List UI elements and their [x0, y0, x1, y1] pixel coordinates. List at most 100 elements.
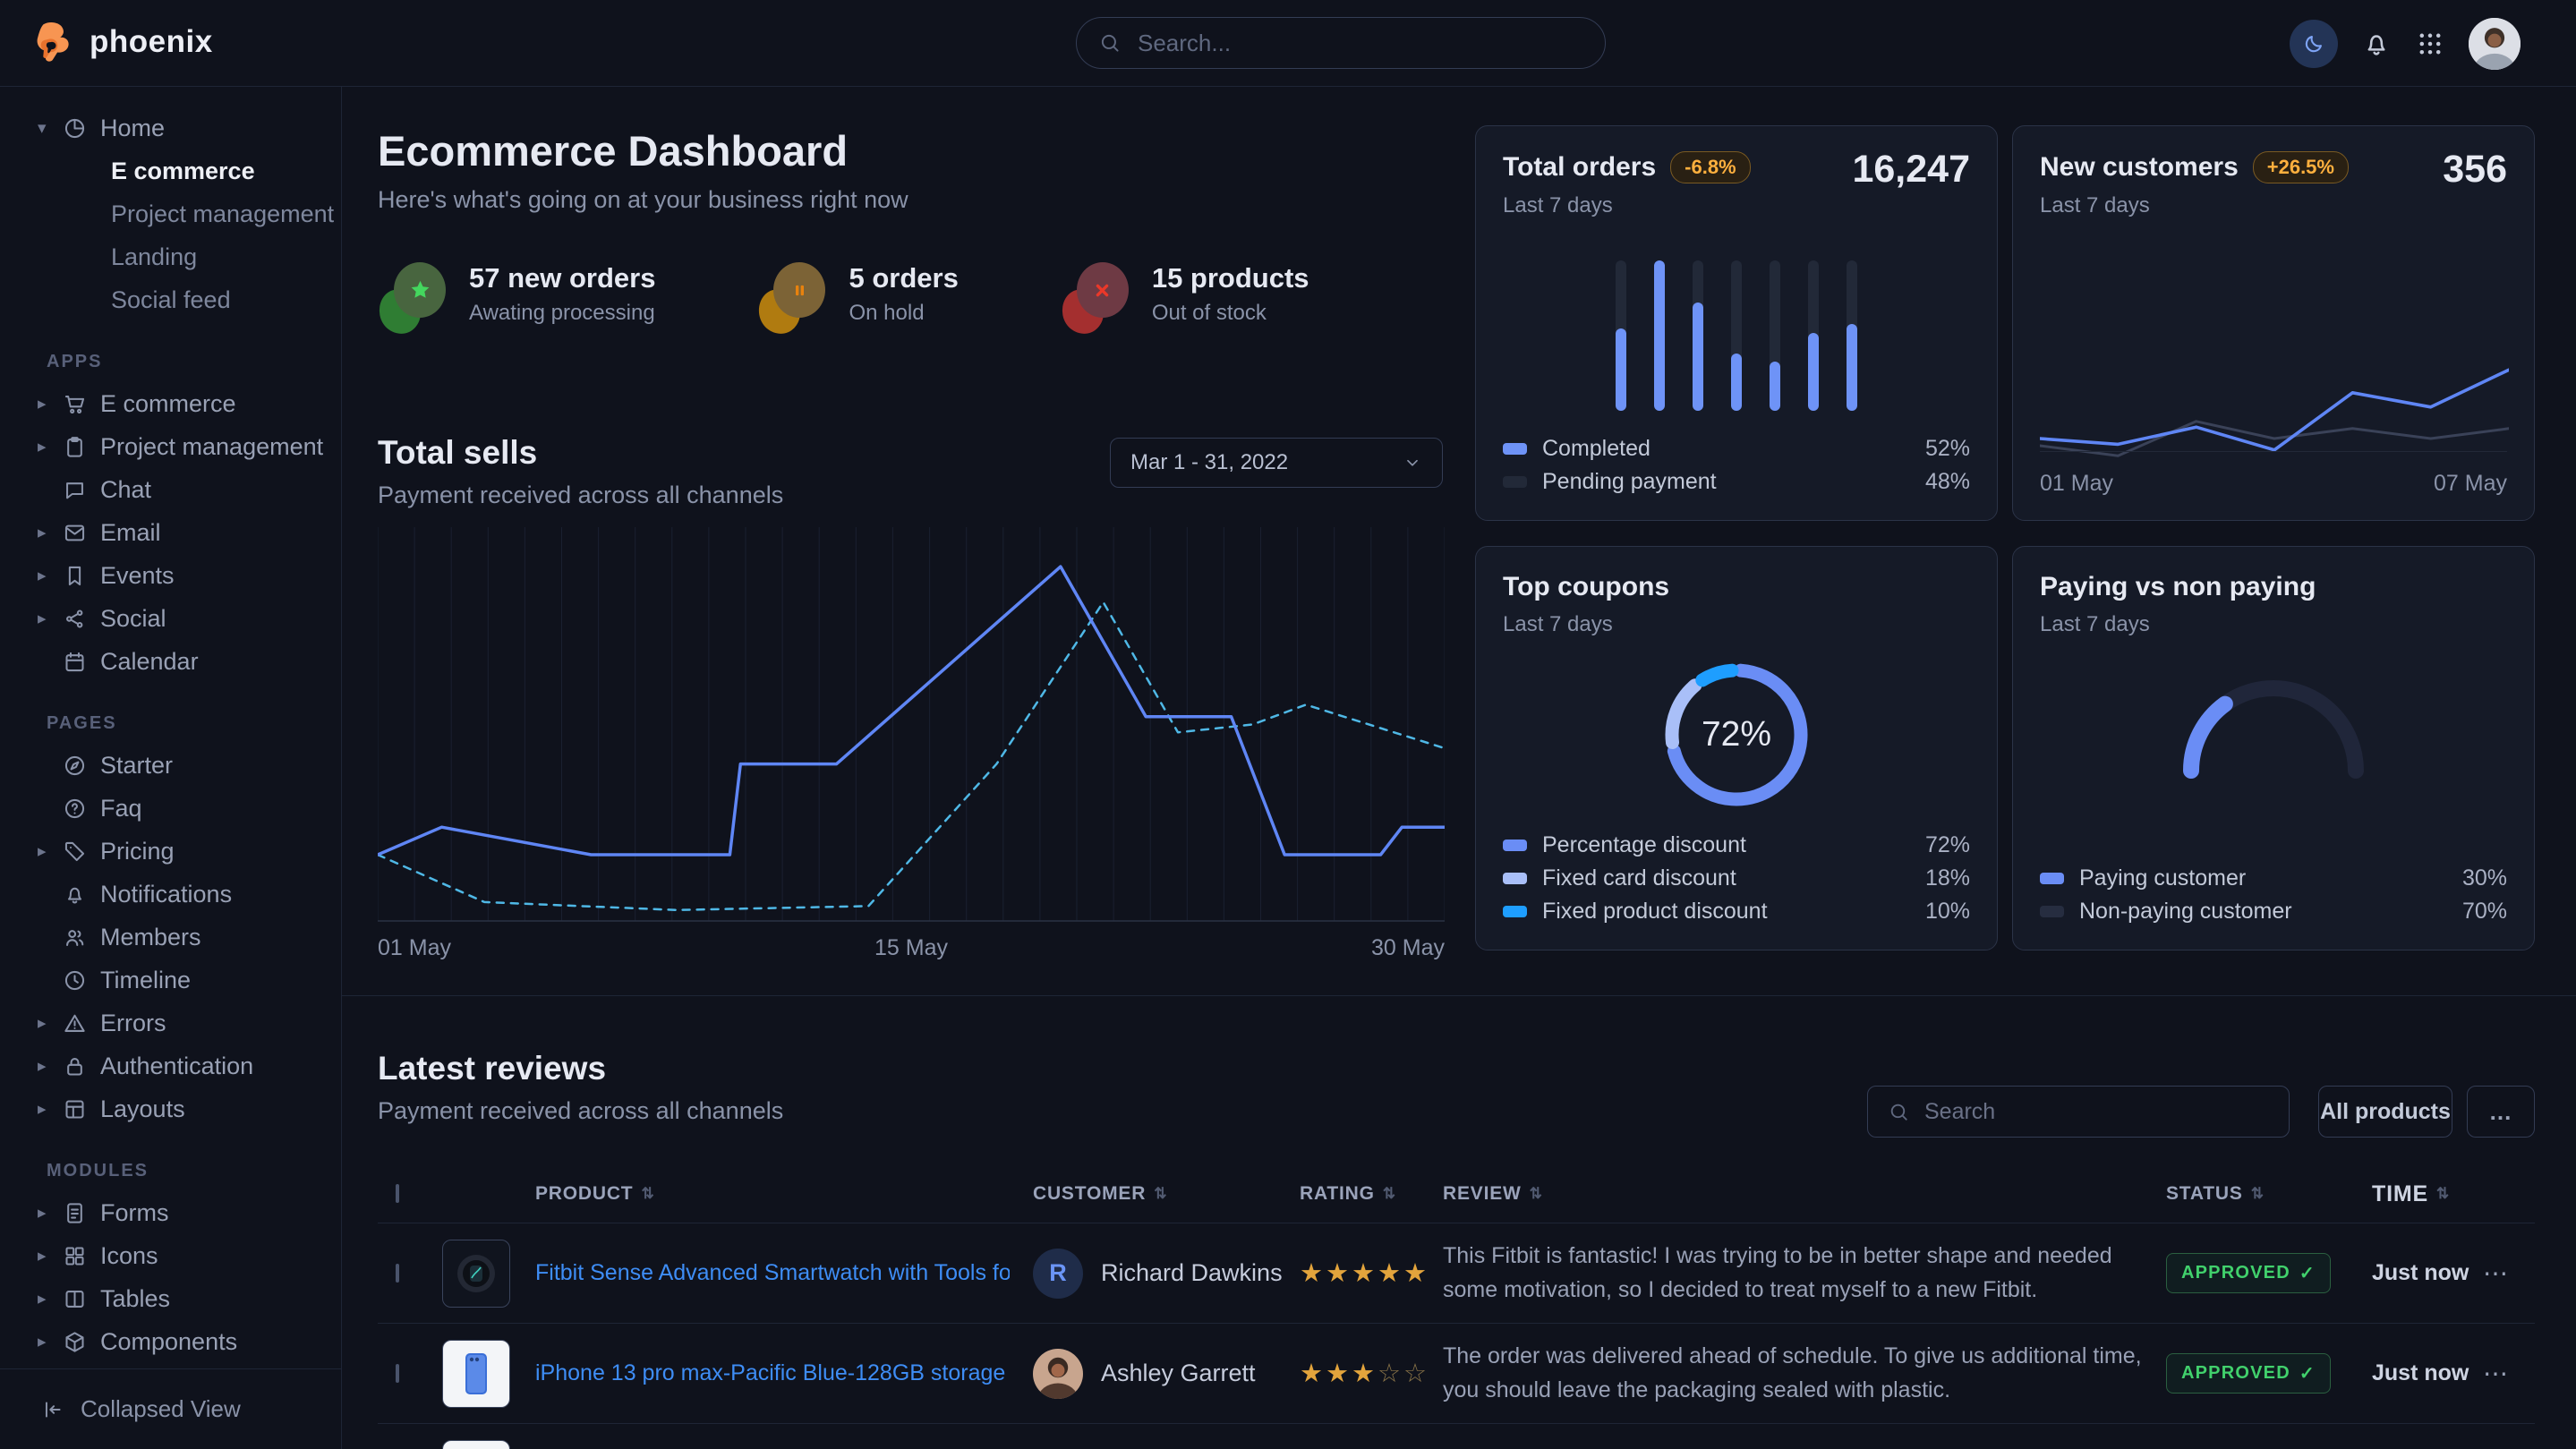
- sidebar-subitem-project-management[interactable]: Project management: [0, 192, 341, 235]
- lock-icon: [63, 1054, 87, 1078]
- product-link[interactable]: iPhone 13 pro max-Pacific Blue-128GB sto…: [535, 1360, 1010, 1386]
- row-checkbox[interactable]: [396, 1264, 399, 1283]
- sidebar-item-label: Home: [100, 115, 165, 142]
- clipboard-icon: [63, 435, 87, 459]
- column-header-product[interactable]: PRODUCT⇅: [535, 1183, 1033, 1205]
- reviews-search: [1867, 1086, 2290, 1138]
- sidebar-item-label: Social: [100, 605, 166, 633]
- legend-label: Non-paying customer: [2079, 899, 2292, 925]
- product-thumbnail[interactable]: [442, 1340, 510, 1408]
- legend-value: 70%: [2462, 899, 2507, 925]
- collapse-label: Collapsed View: [81, 1395, 241, 1423]
- sidebar-item-calendar[interactable]: Calendar: [0, 640, 341, 683]
- sidebar-item-layouts[interactable]: ▸Layouts: [0, 1087, 341, 1130]
- apps-grid-button[interactable]: [2415, 29, 2445, 59]
- row-checkbox[interactable]: [396, 1364, 399, 1383]
- notifications-button[interactable]: [2361, 29, 2392, 59]
- row-menu-button[interactable]: ⋯: [2483, 1360, 2508, 1387]
- legend-row-fixed-card-discount: Fixed card discount18%: [1503, 862, 1970, 895]
- sidebar-item-timeline[interactable]: Timeline: [0, 959, 341, 1002]
- legend-swatch: [2040, 873, 2064, 884]
- sidebar-item-forms[interactable]: ▸Forms: [0, 1191, 341, 1234]
- row-checkbox-cell: [378, 1266, 435, 1282]
- row-menu-button[interactable]: ⋯: [2483, 1259, 2508, 1287]
- sidebar-item-authentication[interactable]: ▸Authentication: [0, 1044, 341, 1087]
- global-search-input[interactable]: [1138, 30, 1583, 57]
- stat-on-hold: 5 ordersOn hold: [759, 262, 958, 334]
- sidebar-item-starter[interactable]: Starter: [0, 744, 341, 787]
- sort-icon: ⇅: [2436, 1185, 2450, 1203]
- sidebar-item-tables[interactable]: ▸Tables: [0, 1277, 341, 1320]
- legend-swatch: [1503, 873, 1527, 884]
- date-range-select[interactable]: Mar 1 - 31, 2022: [1110, 438, 1443, 488]
- new-customers-x-axis: 01 May 07 May: [2040, 471, 2507, 497]
- collapse-sidebar-button[interactable]: Collapsed View: [0, 1368, 341, 1449]
- reviews-table-header: PRODUCT⇅CUSTOMER⇅RATING⇅REVIEW⇅STATUS⇅TI…: [378, 1165, 2535, 1223]
- brand-logo[interactable]: phoenix: [32, 20, 213, 64]
- legend-label: Fixed product discount: [1542, 899, 1768, 925]
- star-empty-icon: ☆: [1378, 1360, 1403, 1388]
- x-label-end: 30 May: [1371, 935, 1445, 961]
- paying-gauge-chart: [2171, 670, 2376, 785]
- star-icon: [408, 278, 432, 303]
- sidebar-item-email[interactable]: ▸Email: [0, 511, 341, 554]
- star-filled-icon: ★: [1352, 1259, 1378, 1288]
- x-label-start: 01 May: [378, 935, 451, 961]
- reviews-search-input[interactable]: [1924, 1099, 2269, 1125]
- paying-card: Paying vs non paying Last 7 days Paying …: [2012, 546, 2535, 950]
- sidebar-item-faq[interactable]: Faq: [0, 787, 341, 830]
- tag-icon: [63, 840, 87, 864]
- column-header-review[interactable]: REVIEW⇅: [1430, 1183, 2143, 1205]
- sidebar-item-errors[interactable]: ▸Errors: [0, 1002, 341, 1044]
- column-header-customer[interactable]: CUSTOMER⇅: [1033, 1183, 1287, 1205]
- legend-value: 10%: [1925, 899, 1970, 925]
- rating-stars: ★★★☆☆: [1300, 1360, 1429, 1388]
- order-bar-fill: [1616, 328, 1626, 411]
- top-coupons-donut-chart: 72%: [1656, 654, 1817, 815]
- sidebar-item-notifications[interactable]: Notifications: [0, 873, 341, 916]
- sidebar-item-chat[interactable]: Chat: [0, 468, 341, 511]
- collapse-icon: [41, 1398, 64, 1421]
- product-thumbnail[interactable]: [442, 1440, 510, 1449]
- caret-icon: ▸: [38, 1099, 63, 1120]
- order-bar: [1693, 260, 1703, 411]
- phoenix-logo-icon: [32, 20, 77, 64]
- stat-label: Out of stock: [1152, 301, 1309, 326]
- sidebar-item-home[interactable]: ▾Home: [0, 107, 341, 149]
- file-text-icon: [63, 1201, 87, 1225]
- sidebar-item-project-management[interactable]: ▸Project management: [0, 425, 341, 468]
- user-avatar[interactable]: [2469, 18, 2521, 70]
- row-checkbox-cell: [378, 1366, 435, 1382]
- caret-icon: ▸: [38, 566, 63, 586]
- x-start: 01 May: [2040, 471, 2113, 497]
- sidebar-subitem-social-feed[interactable]: Social feed: [0, 278, 341, 321]
- sidebar-item-icons[interactable]: ▸Icons: [0, 1234, 341, 1277]
- all-products-button[interactable]: All products: [2318, 1086, 2452, 1138]
- sidebar-item-e-commerce[interactable]: ▸E commerce: [0, 382, 341, 425]
- reviews-more-button[interactable]: ...: [2467, 1086, 2535, 1138]
- sidebar-subitem-e-commerce[interactable]: E commerce: [0, 149, 341, 192]
- column-header-time[interactable]: TIME⇅: [2350, 1181, 2483, 1207]
- star-empty-icon: ☆: [1403, 1360, 1429, 1388]
- column-header-status[interactable]: STATUS⇅: [2143, 1183, 2350, 1205]
- table-row: Fitbit Sense Advanced Smartwatch with To…: [378, 1223, 2535, 1323]
- product-thumbnail[interactable]: [442, 1240, 510, 1308]
- product-link[interactable]: Fitbit Sense Advanced Smartwatch with To…: [535, 1260, 1010, 1286]
- sidebar-item-label: Chat: [100, 476, 151, 504]
- customer-name: Ashley Garrett: [1101, 1360, 1256, 1387]
- sidebar-subitem-landing[interactable]: Landing: [0, 235, 341, 278]
- sidebar-item-events[interactable]: ▸Events: [0, 554, 341, 597]
- caret-icon: ▸: [38, 1289, 63, 1309]
- select-all-checkbox[interactable]: [396, 1184, 399, 1203]
- star-filled-icon: ★: [1326, 1259, 1352, 1288]
- new-customers-line-chart: [2040, 328, 2509, 487]
- legend-row-completed: Completed52%: [1503, 432, 1970, 465]
- sidebar-item-components[interactable]: ▸Components: [0, 1320, 341, 1363]
- new-customers-title: New customers: [2040, 152, 2239, 183]
- sidebar-item-social[interactable]: ▸Social: [0, 597, 341, 640]
- sidebar-item-members[interactable]: Members: [0, 916, 341, 959]
- grid-icon: [63, 1244, 87, 1268]
- theme-toggle-button[interactable]: [2290, 20, 2338, 68]
- sidebar-item-pricing[interactable]: ▸Pricing: [0, 830, 341, 873]
- column-header-rating[interactable]: RATING⇅: [1287, 1183, 1430, 1205]
